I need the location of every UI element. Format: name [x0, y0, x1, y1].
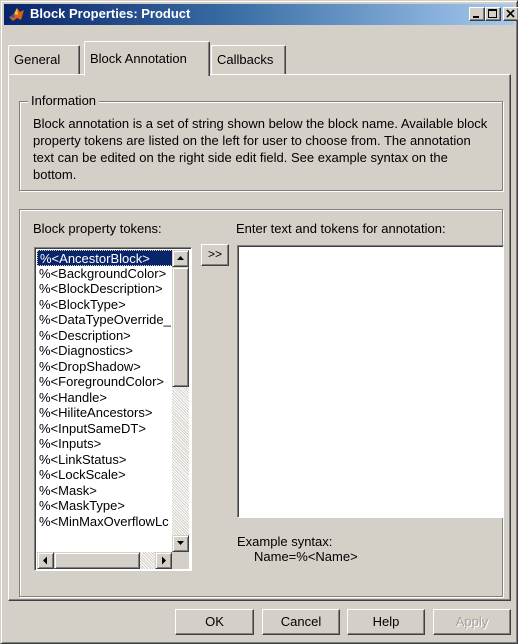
- token-list-item[interactable]: %<MinMaxOverflowLc: [37, 514, 173, 530]
- token-list-item[interactable]: %<DataTypeOverride_: [37, 312, 173, 328]
- tokens-list: %<AncestorBlock> %<BackgroundColor> %<Bloc…: [37, 250, 173, 529]
- insert-token-button[interactable]: >>: [201, 244, 229, 266]
- token-list-item[interactable]: %<BlockDescription>: [37, 281, 173, 297]
- minimize-icon: [473, 16, 479, 18]
- token-list-item[interactable]: %<BackgroundColor>: [37, 266, 173, 282]
- token-list-item[interactable]: %<Diagnostics>: [37, 343, 173, 359]
- title-bar[interactable]: Block Properties: Product: [4, 4, 518, 25]
- horizontal-scroll-thumb[interactable]: [54, 552, 140, 569]
- token-list-item[interactable]: %<Inputs>: [37, 436, 173, 452]
- annotation-label: Enter text and tokens for annotation:: [236, 221, 446, 236]
- token-list-item[interactable]: %<Description>: [37, 328, 173, 344]
- close-button[interactable]: [503, 7, 518, 21]
- tab-callbacks[interactable]: Callbacks: [211, 45, 286, 74]
- example-syntax-value: Name=%<Name>: [254, 549, 358, 564]
- token-list-item[interactable]: %<InputSameDT>: [37, 421, 173, 437]
- minimize-button[interactable]: [469, 7, 485, 21]
- token-list-item[interactable]: %<ForegroundColor>: [37, 374, 173, 390]
- information-legend: Information: [28, 93, 100, 108]
- matlab-logo-icon: [9, 8, 24, 21]
- tokens-label: Block property tokens:: [33, 221, 162, 236]
- token-list-item[interactable]: %<HiliteAncestors>: [37, 405, 173, 421]
- scrollbar-corner: [172, 552, 189, 569]
- token-list-item[interactable]: %<DropShadow>: [37, 359, 173, 375]
- tab-block-annotation[interactable]: Block Annotation: [84, 41, 210, 76]
- tab-general[interactable]: General: [8, 45, 80, 74]
- information-text: Block annotation is a set of string show…: [33, 116, 488, 182]
- annotation-text-field[interactable]: [237, 245, 504, 518]
- scroll-right-button[interactable]: [155, 552, 172, 569]
- scroll-left-button[interactable]: [37, 552, 54, 569]
- token-list-item[interactable]: %<MaskType>: [37, 498, 173, 514]
- tokens-vertical-scrollbar[interactable]: [172, 250, 189, 552]
- window-title: Block Properties: Product: [30, 6, 191, 21]
- tokens-listbox[interactable]: %<AncestorBlock> %<BackgroundColor> %<Bloc…: [34, 247, 192, 571]
- arrow-left-icon: [43, 556, 47, 565]
- maximize-button[interactable]: [485, 7, 501, 21]
- help-button[interactable]: Help: [347, 609, 425, 635]
- arrow-down-icon: [177, 541, 184, 545]
- close-icon: [506, 9, 515, 18]
- arrow-up-icon: [177, 256, 184, 260]
- scroll-up-button[interactable]: [172, 250, 189, 267]
- arrow-right-icon: [162, 556, 166, 565]
- vertical-scroll-thumb[interactable]: [172, 267, 189, 387]
- block-properties-dialog: Block Properties: Product General Block …: [0, 0, 518, 644]
- cancel-button[interactable]: Cancel: [262, 609, 340, 635]
- maximize-icon: [488, 9, 497, 18]
- scroll-down-button[interactable]: [172, 535, 189, 552]
- apply-button[interactable]: Apply: [433, 609, 511, 635]
- token-list-item[interactable]: %<Mask>: [37, 483, 173, 499]
- token-list-item[interactable]: %<BlockType>: [37, 297, 173, 313]
- tokens-horizontal-scrollbar[interactable]: [37, 552, 172, 569]
- ok-button[interactable]: OK: [175, 609, 254, 635]
- example-syntax-label: Example syntax:: [237, 534, 333, 549]
- token-list-item[interactable]: %<LinkStatus>: [37, 452, 173, 468]
- token-list-item[interactable]: %<AncestorBlock>: [37, 250, 173, 266]
- token-list-item[interactable]: %<Handle>: [37, 390, 173, 406]
- token-list-item[interactable]: %<LockScale>: [37, 467, 173, 483]
